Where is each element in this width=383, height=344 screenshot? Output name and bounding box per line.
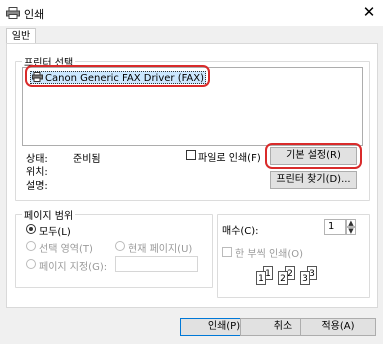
selection-radio[interactable] (26, 241, 36, 251)
pages-input[interactable] (115, 256, 198, 272)
apply-action-button[interactable]: 적용(A) (300, 318, 376, 336)
copies-value: 1 (328, 221, 335, 232)
current-page-label: 현재 페이지(U) (128, 244, 193, 255)
location-label: 위치: (26, 167, 48, 178)
find-printer-button[interactable]: 프린터 찾기(D)... (270, 171, 357, 189)
all-pages-label: 모두(L) (39, 227, 71, 238)
selection-label: 선택 영역(T) (39, 244, 93, 255)
page-range-label: 페이지 범위 (22, 207, 76, 222)
collate-page-icon: 3 (300, 271, 310, 285)
collate-page-icon: 2 (278, 271, 288, 285)
status-value: 준비됨 (73, 154, 101, 165)
print-to-file-checkbox[interactable] (186, 150, 196, 160)
collate-label: 한 부씩 인쇄(O) (235, 249, 304, 260)
collate-page-icon: 1 (256, 271, 266, 285)
print-to-file-label: 파일로 인쇄(F) (198, 153, 261, 164)
copies-label: 매수(C): (222, 226, 259, 237)
tab-general[interactable]: 일반 (6, 28, 36, 44)
collate-illustration: 1 1 2 2 3 3 (254, 266, 324, 288)
current-page-radio[interactable] (115, 241, 125, 251)
printer-highlight-outline (25, 65, 210, 87)
copies-spin-up[interactable]: ▲ (346, 219, 356, 227)
close-icon[interactable]: ✕ (361, 4, 377, 20)
title-bar (0, 0, 383, 26)
pages-label: 페이지 지정(G): (39, 262, 108, 273)
copies-input[interactable]: 1 (324, 219, 346, 235)
preferences-highlight-outline (265, 143, 362, 169)
copies-spin-down[interactable]: ▼ (346, 227, 356, 235)
pages-radio[interactable] (26, 259, 36, 269)
all-pages-radio[interactable] (26, 224, 36, 234)
printer-icon (6, 7, 20, 19)
collate-checkbox[interactable] (222, 247, 232, 257)
comment-label: 설명: (26, 181, 48, 192)
window-title: 인쇄 (24, 8, 45, 21)
